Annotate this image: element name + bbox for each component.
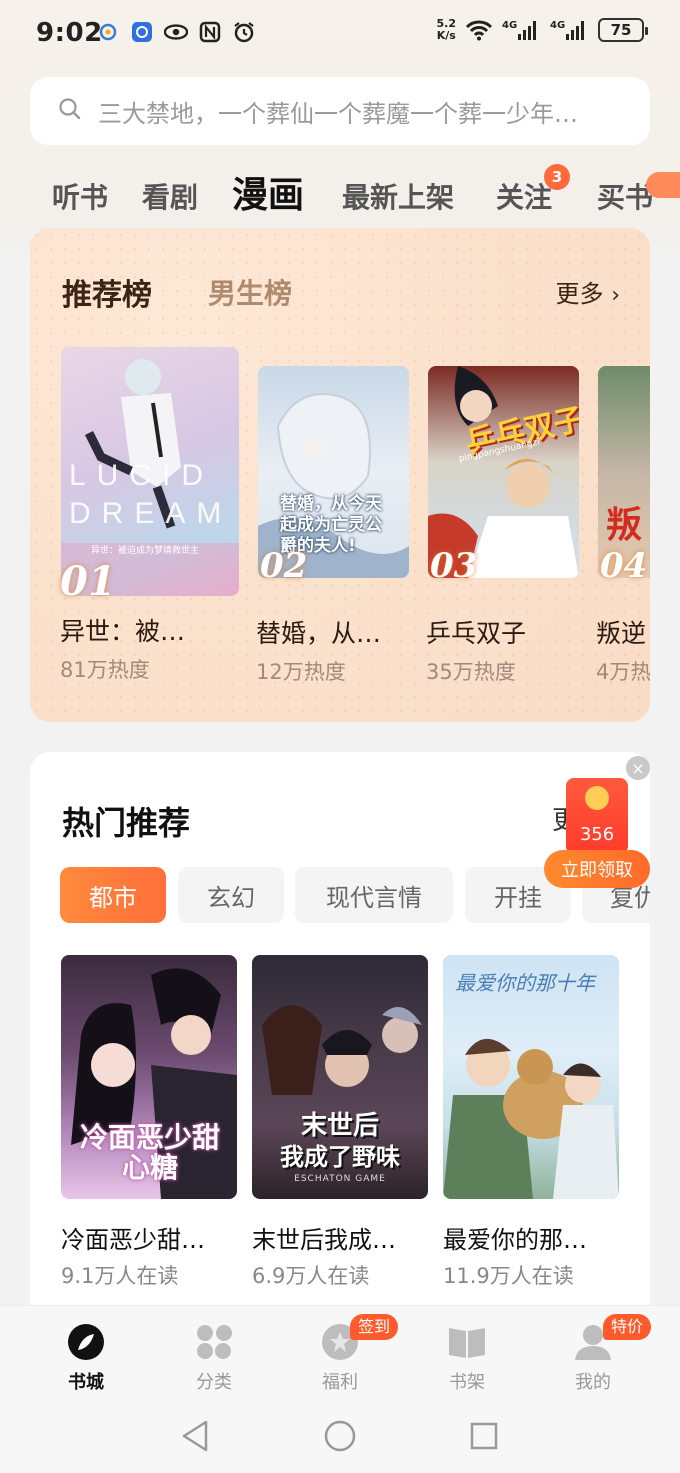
tab-buy-books[interactable]: 买书: [597, 176, 653, 216]
rank-number-4: 04: [600, 546, 648, 586]
hot-book-title-2[interactable]: 末世后我成…: [252, 1220, 396, 1255]
bottom-navigation: 书城 分类 福利 签到 书架 我的 特价: [0, 1305, 680, 1400]
status-time: 9:02: [36, 18, 103, 48]
rank-book-title-3[interactable]: 乒乓双子: [426, 614, 526, 650]
rank-number-2: 02: [260, 546, 308, 586]
packet-amount: 356: [579, 824, 615, 845]
system-navigation-bar: [0, 1400, 680, 1473]
hot-book-cover-1[interactable]: 冷面恶少甜心糖: [61, 955, 237, 1199]
alarm-icon: [232, 20, 256, 44]
ranking-card: 推荐榜 男生榜 更多 › LUCID DREAM 异世：被迫成为梦境救世主 01…: [30, 228, 650, 722]
rank-number-1: 01: [60, 558, 116, 605]
hot-cover-3-title: 最爱你的那十年: [455, 971, 595, 995]
cover-1-title-line2: DREAM: [69, 497, 233, 530]
hot-book-title-3[interactable]: 最爱你的那…: [443, 1220, 587, 1255]
net-speed: 5.2 K/s: [436, 17, 457, 42]
tab-audiobook[interactable]: 听书: [52, 176, 108, 216]
rank-book-heat-4: 4万热: [596, 660, 650, 684]
status-notification-icons: [96, 20, 256, 44]
hot-section-title: 热门推荐: [62, 804, 191, 842]
hot-cover-2-title-line2: 我成了野味: [280, 1143, 400, 1171]
hot-book-cover-2[interactable]: 末世后 我成了野味 ESCHATON GAME: [252, 955, 428, 1199]
app-notify-icon: [130, 20, 154, 44]
coin-icon: [585, 786, 609, 810]
cloud-sync-icon: [96, 20, 120, 44]
battery-indicator: 75: [598, 18, 648, 42]
claim-packet-button[interactable]: 立即领取: [544, 850, 650, 888]
hot-book-readers-3: 11.9万人在读: [443, 1264, 574, 1288]
svg-text:4G: 4G: [550, 20, 565, 31]
hot-cover-2-subtitle: ESCHATON GAME: [294, 1174, 386, 1184]
status-bar: 9:02 5.2 K/s 4G 4G 75: [0, 0, 680, 70]
category-grid-icon: [194, 1322, 234, 1362]
rank-book-heat-1: 81万热度: [60, 658, 150, 682]
hot-cover-1-title: 冷面恶少甜心糖: [79, 1121, 220, 1184]
rank-book-heat-2: 12万热度: [256, 660, 346, 684]
hot-book-readers-1: 9.1万人在读: [61, 1264, 179, 1288]
search-placeholder: 三大禁地，一个葬仙一个葬魔一个葬一少年…: [98, 99, 578, 128]
nav-category[interactable]: 分类: [164, 1306, 264, 1401]
recents-icon[interactable]: [470, 1422, 498, 1450]
tab-comics[interactable]: 漫画: [232, 166, 304, 218]
tab-following[interactable]: 关注: [496, 176, 552, 216]
status-system-icons: 5.2 K/s 4G 4G 75: [436, 17, 648, 42]
cover-4-title: 叛: [606, 505, 643, 546]
special-price-badge: 特价: [603, 1314, 652, 1340]
chip-fantasy[interactable]: 玄幻: [178, 867, 284, 923]
search-bar[interactable]: 三大禁地，一个葬仙一个葬魔一个葬一少年…: [30, 77, 650, 145]
rank-book-title-1[interactable]: 异世：被…: [60, 612, 185, 648]
rank-number-3: 03: [430, 546, 478, 586]
rank-book-heat-3: 35万热度: [426, 660, 516, 684]
book-open-icon: [447, 1322, 487, 1362]
hot-book-readers-2: 6.9万人在读: [252, 1264, 370, 1288]
following-count-badge: 3: [544, 164, 570, 190]
wifi-icon: [464, 18, 494, 42]
chip-urban[interactable]: 都市: [60, 867, 166, 923]
hot-book-cover-3[interactable]: 最爱你的那十年: [443, 955, 619, 1199]
rank-more-link[interactable]: 更多 ›: [556, 274, 620, 309]
cover-1-subtitle: 异世：被迫成为梦境救世主: [91, 546, 200, 556]
tab-male-rank[interactable]: 男生榜: [208, 272, 292, 312]
nav-bookshelf[interactable]: 书架: [417, 1306, 517, 1401]
checkin-badge: 签到: [350, 1314, 399, 1340]
eye-icon: [164, 20, 188, 44]
hot-recommend-section: 热门推荐 更 都市 玄幻 现代言情 开挂 复仇 冷面恶少甜心糖 末世后 我成了野…: [30, 752, 650, 1312]
nav-bookstore[interactable]: 书城: [36, 1306, 136, 1401]
hot-book-title-1[interactable]: 冷面恶少甜…: [61, 1220, 205, 1255]
compass-icon: [66, 1322, 106, 1362]
signal-4g-icon-1: 4G: [502, 18, 542, 42]
tab-recommend-rank[interactable]: 推荐榜: [62, 270, 152, 314]
home-icon[interactable]: [324, 1420, 356, 1452]
svg-text:4G: 4G: [502, 20, 517, 31]
tab-new-releases[interactable]: 最新上架: [342, 176, 454, 216]
tab-drama[interactable]: 看剧: [142, 176, 198, 216]
red-packet[interactable]: 356: [566, 778, 628, 854]
category-tabs: 听书 看剧 漫画 最新上架 关注 3 买书: [0, 160, 680, 220]
back-icon[interactable]: [182, 1420, 208, 1452]
rank-book-title-4[interactable]: 叛逆: [596, 614, 646, 650]
packet-close-button[interactable]: ×: [626, 756, 650, 780]
nfc-icon: [198, 20, 222, 44]
signal-4g-icon-2: 4G: [550, 18, 590, 42]
chip-modern-romance[interactable]: 现代言情: [295, 867, 453, 923]
cover-1-title-line1: LUCID: [69, 459, 215, 492]
search-icon: [58, 97, 82, 125]
chevron-right-icon: ›: [611, 283, 620, 308]
rank-book-title-2[interactable]: 替婚，从…: [256, 614, 381, 650]
buy-books-badge: [646, 172, 680, 198]
